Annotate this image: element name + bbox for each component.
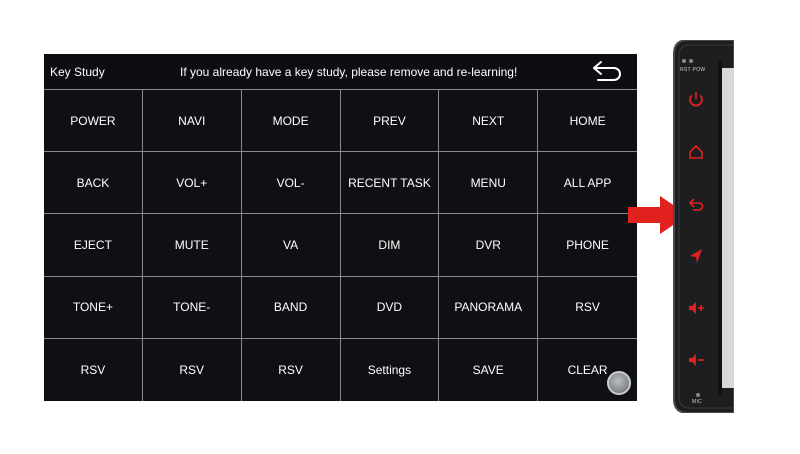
key-vol-up[interactable]: VOL+ [142, 152, 242, 215]
key-next[interactable]: NEXT [439, 90, 539, 153]
key-power[interactable]: POWER [44, 90, 143, 153]
key-recent-task[interactable]: RECENT TASK [340, 152, 440, 215]
key-dvd[interactable]: DVD [340, 276, 440, 339]
assistive-touch-button[interactable] [607, 371, 631, 395]
rst-pow-label: RST POW [680, 67, 706, 73]
key-va[interactable]: VA [241, 214, 341, 277]
key-rsv[interactable]: RSV [143, 338, 242, 401]
key-dvr[interactable]: DVR [439, 214, 539, 277]
header-bar: Key Study If you already have a key stud… [44, 54, 637, 89]
key-back[interactable]: BACK [44, 152, 143, 215]
home-icon[interactable] [681, 140, 711, 164]
key-home[interactable]: HOME [538, 90, 637, 153]
key-all-app[interactable]: ALL APP [538, 152, 637, 215]
mic-label: MIC [692, 399, 703, 405]
page-title: Key Study [50, 65, 105, 79]
volume-up-icon[interactable] [681, 296, 711, 320]
back-arrow-icon[interactable] [590, 58, 624, 84]
key-settings[interactable]: Settings [341, 338, 440, 401]
key-dim[interactable]: DIM [340, 214, 440, 277]
key-band[interactable]: BAND [241, 276, 341, 339]
head-unit-side-panel: RST POW MIC [672, 40, 734, 413]
volume-down-icon[interactable] [681, 348, 711, 372]
key-tone-down[interactable]: TONE- [142, 276, 242, 339]
key-mute[interactable]: MUTE [142, 214, 242, 277]
key-panorama[interactable]: PANORAMA [439, 276, 539, 339]
key-menu[interactable]: MENU [439, 152, 539, 215]
key-rsv[interactable]: RSV [44, 338, 143, 401]
key-rsv[interactable]: RSV [242, 338, 341, 401]
key-prev[interactable]: PREV [340, 90, 440, 153]
key-grid: POWER NAVI MODE PREV NEXT HOME BACK VOL+… [44, 89, 637, 401]
key-phone[interactable]: PHONE [538, 214, 637, 277]
key-mode[interactable]: MODE [241, 90, 341, 153]
power-icon[interactable] [681, 88, 711, 112]
navigation-icon[interactable] [681, 244, 711, 268]
key-eject[interactable]: EJECT [44, 214, 143, 277]
key-tone-up[interactable]: TONE+ [44, 276, 143, 339]
instruction-message: If you already have a key study, please … [180, 65, 518, 79]
key-rsv[interactable]: RSV [538, 277, 637, 339]
key-save[interactable]: SAVE [439, 338, 539, 401]
key-study-screen: Key Study If you already have a key stud… [44, 54, 637, 401]
back-icon[interactable] [681, 192, 711, 216]
key-vol-down[interactable]: VOL- [241, 152, 341, 215]
key-navi[interactable]: NAVI [142, 90, 242, 153]
